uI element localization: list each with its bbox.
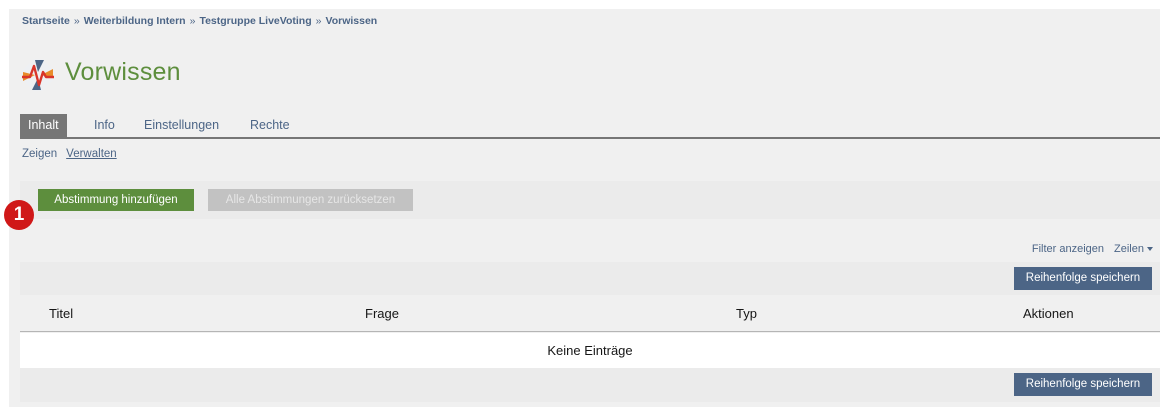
table-controls: Filter anzeigen Zeilen	[1032, 243, 1153, 255]
annotation-marker: 1	[4, 200, 34, 230]
rows-dropdown[interactable]: Zeilen	[1114, 243, 1153, 255]
column-header-aktionen: Aktionen	[1023, 306, 1074, 321]
breadcrumb-separator: »	[315, 15, 322, 27]
breadcrumb-item-weiterbildung[interactable]: Weiterbildung Intern	[84, 15, 186, 27]
breadcrumb-item-startseite[interactable]: Startseite	[22, 15, 70, 27]
livevoting-logo-icon	[20, 57, 56, 93]
subtab-zeigen[interactable]: Zeigen	[22, 148, 57, 160]
show-filter-link[interactable]: Filter anzeigen	[1032, 243, 1104, 255]
breadcrumb-separator: »	[73, 15, 80, 27]
add-voting-button[interactable]: Abstimmung hinzufügen	[38, 189, 194, 211]
breadcrumb-separator: »	[189, 15, 196, 27]
toolbar: Abstimmung hinzufügen Alle Abstimmungen …	[20, 181, 1160, 219]
reset-all-votings-button: Alle Abstimmungen zurücksetzen	[208, 189, 413, 211]
column-header-frage[interactable]: Frage	[365, 306, 399, 321]
breadcrumb-item-vorwissen[interactable]: Vorwissen	[325, 15, 377, 27]
tab-info[interactable]: Info	[86, 114, 123, 137]
tab-einstellungen[interactable]: Einstellungen	[136, 114, 227, 137]
tab-inhalt[interactable]: Inhalt	[20, 114, 67, 137]
tab-bar: Inhalt Info Einstellungen Rechte	[20, 114, 1160, 139]
save-order-button-bottom[interactable]: Reihenfolge speichern	[1014, 373, 1152, 396]
table-header: Titel Frage Typ Aktionen	[20, 295, 1160, 332]
column-header-typ[interactable]: Typ	[736, 306, 757, 321]
tab-rechte[interactable]: Rechte	[242, 114, 298, 137]
empty-table-message: Keine Einträge	[20, 333, 1160, 368]
table-top-bar: Reihenfolge speichern	[20, 262, 1160, 295]
breadcrumb-item-testgruppe[interactable]: Testgruppe LiveVoting	[199, 15, 311, 27]
table-bottom-bar: Reihenfolge speichern	[20, 368, 1160, 402]
rows-label: Zeilen	[1114, 243, 1144, 255]
page-title: Vorwissen	[65, 58, 181, 86]
save-order-button-top[interactable]: Reihenfolge speichern	[1014, 267, 1152, 290]
breadcrumb: Startseite» Weiterbildung Intern» Testgrup…	[22, 15, 377, 27]
column-header-titel[interactable]: Titel	[49, 306, 73, 321]
subtab-verwalten[interactable]: Verwalten	[66, 148, 117, 160]
caret-down-icon	[1147, 247, 1153, 252]
subtabs: Zeigen Verwalten	[22, 148, 126, 160]
